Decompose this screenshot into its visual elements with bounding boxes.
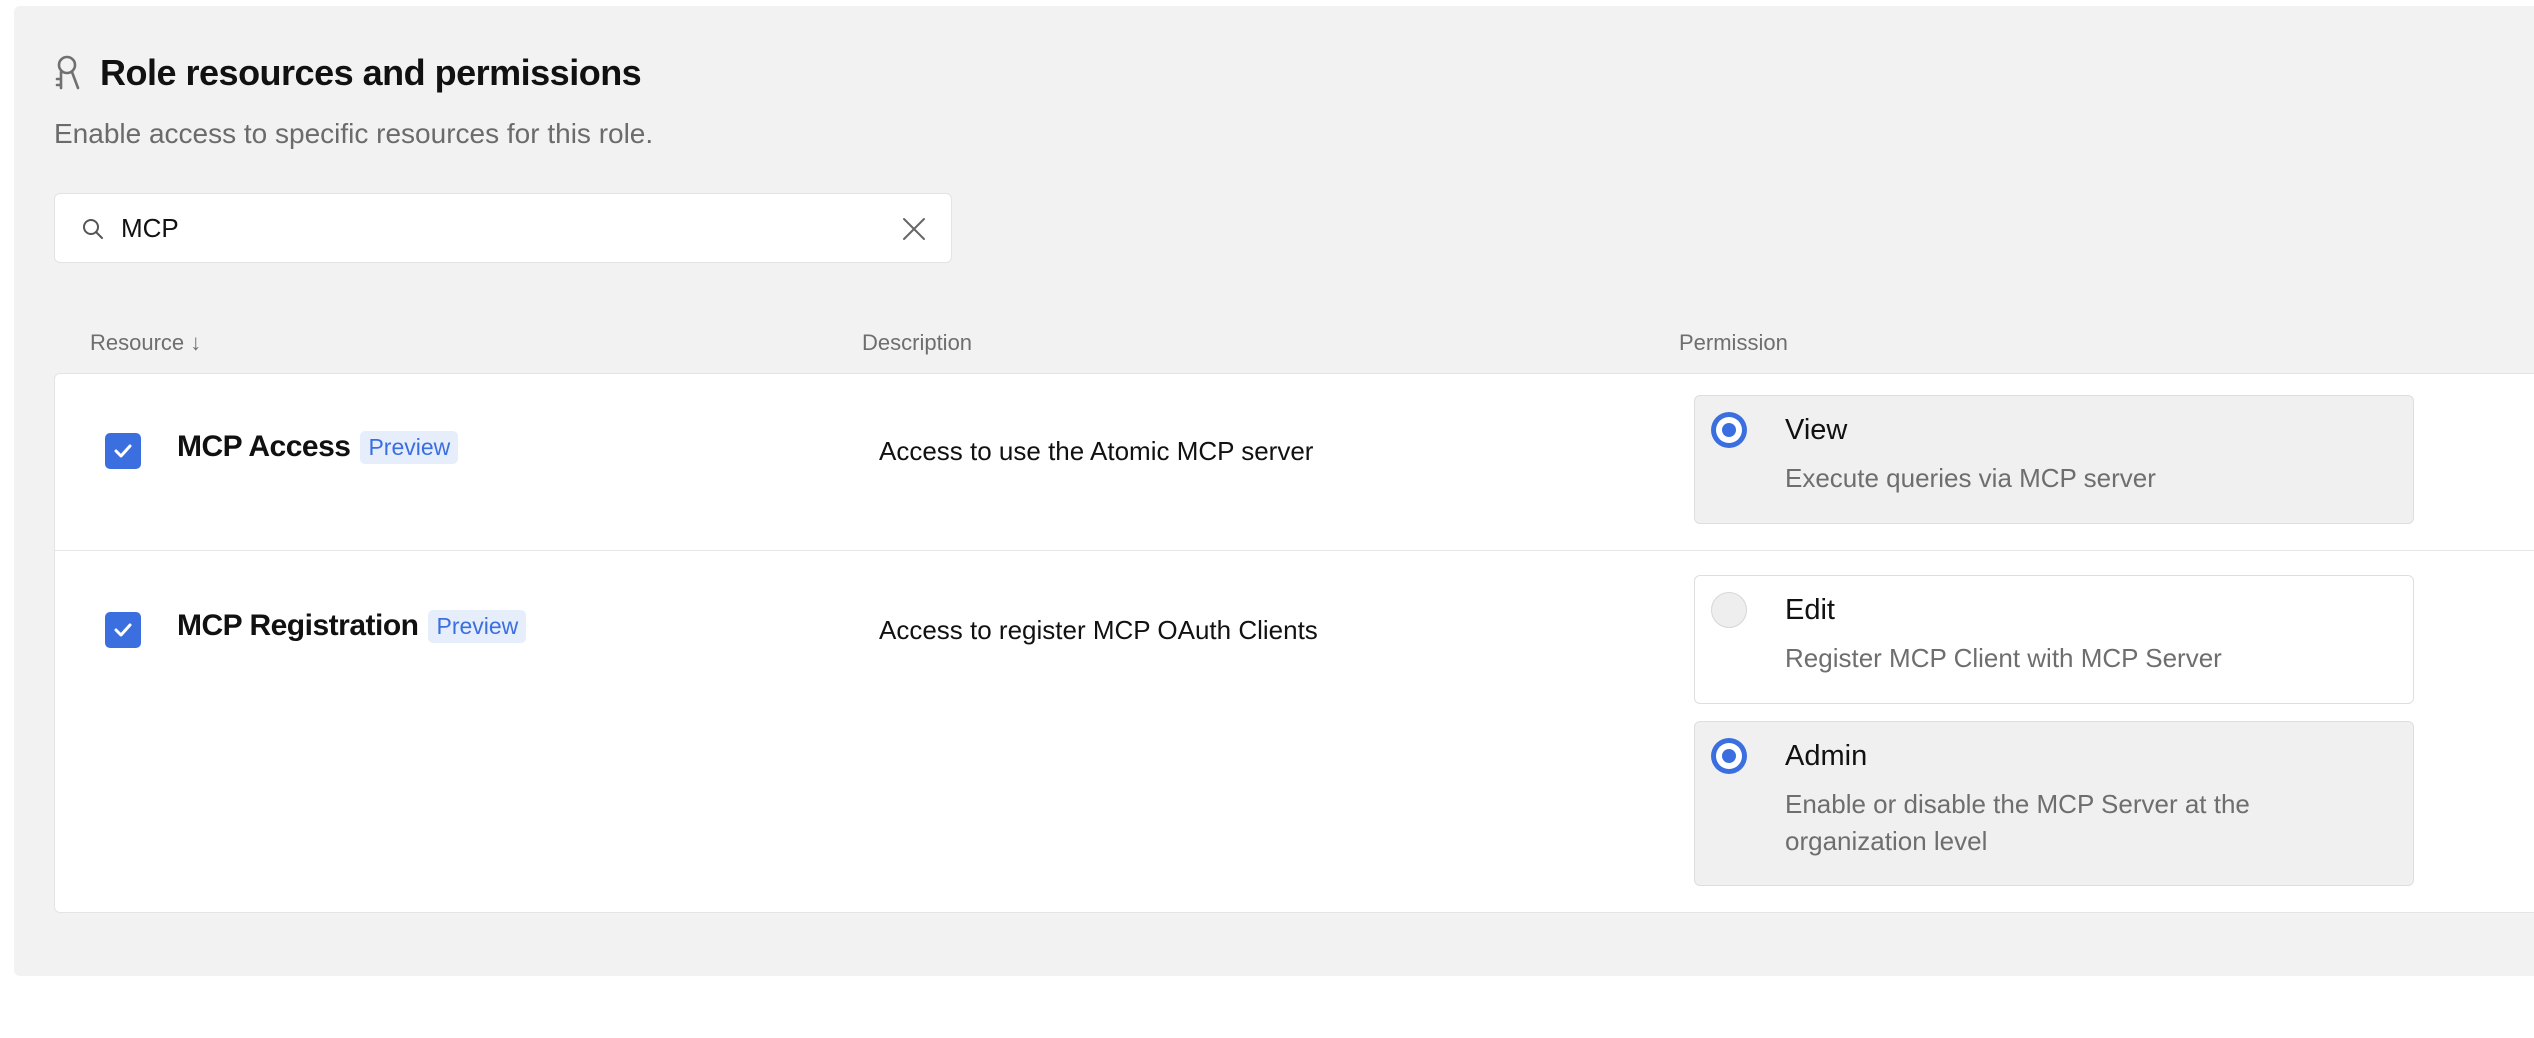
resource-description: Access to register MCP OAuth Clients: [879, 615, 1318, 645]
permission-title: View: [1785, 414, 1848, 446]
section-header: Role resources and permissions: [52, 52, 642, 94]
search-input[interactable]: [121, 206, 881, 250]
resource-name-mcp-registration: MCP Registration Preview: [177, 609, 527, 643]
column-header-permission: Permission: [1679, 330, 1788, 355]
row-divider: [55, 550, 2534, 551]
preview-badge: Preview: [428, 609, 527, 643]
permission-option-edit[interactable]: Edit Register MCP Client with MCP Server: [1694, 575, 2414, 704]
radio-selected-icon[interactable]: [1711, 738, 1747, 774]
column-header-description: Description: [862, 330, 973, 355]
permission-description: Execute queries via MCP server: [1785, 463, 2156, 493]
permission-description: Enable or disable the MCP Server at the …: [1785, 789, 2250, 856]
permission-option-admin[interactable]: Admin Enable or disable the MCP Server a…: [1694, 721, 2414, 886]
search-box: [54, 193, 952, 263]
resource-description: Access to use the Atomic MCP server: [879, 436, 1314, 466]
key-person-icon: [52, 55, 82, 91]
checkmark-icon: [114, 623, 132, 637]
radio-selected-icon[interactable]: [1711, 412, 1747, 448]
column-header-resource[interactable]: Resource ↓: [90, 330, 201, 356]
clear-search-icon[interactable]: [901, 216, 927, 247]
resource-name-label: MCP Registration: [177, 609, 419, 642]
resource-name-mcp-access: MCP Access Preview: [177, 430, 459, 464]
page-subtitle: Enable access to specific resources for …: [54, 118, 654, 149]
resources-table: MCP Access Preview Access to use the Ato…: [54, 373, 2534, 913]
radio-unselected-icon[interactable]: [1711, 592, 1747, 628]
preview-badge: Preview: [360, 430, 459, 464]
permission-title: Admin: [1785, 740, 1868, 772]
page-title: Role resources and permissions: [100, 52, 642, 93]
row-checkbox-mcp-access[interactable]: [105, 433, 141, 469]
permission-description: Register MCP Client with MCP Server: [1785, 643, 2222, 673]
permission-title: Edit: [1785, 594, 1835, 626]
permission-option-view[interactable]: View Execute queries via MCP server: [1694, 395, 2414, 524]
row-checkbox-mcp-registration[interactable]: [105, 612, 141, 648]
search-icon: [81, 217, 105, 246]
checkmark-icon: [114, 444, 132, 458]
resource-name-label: MCP Access: [177, 430, 351, 463]
